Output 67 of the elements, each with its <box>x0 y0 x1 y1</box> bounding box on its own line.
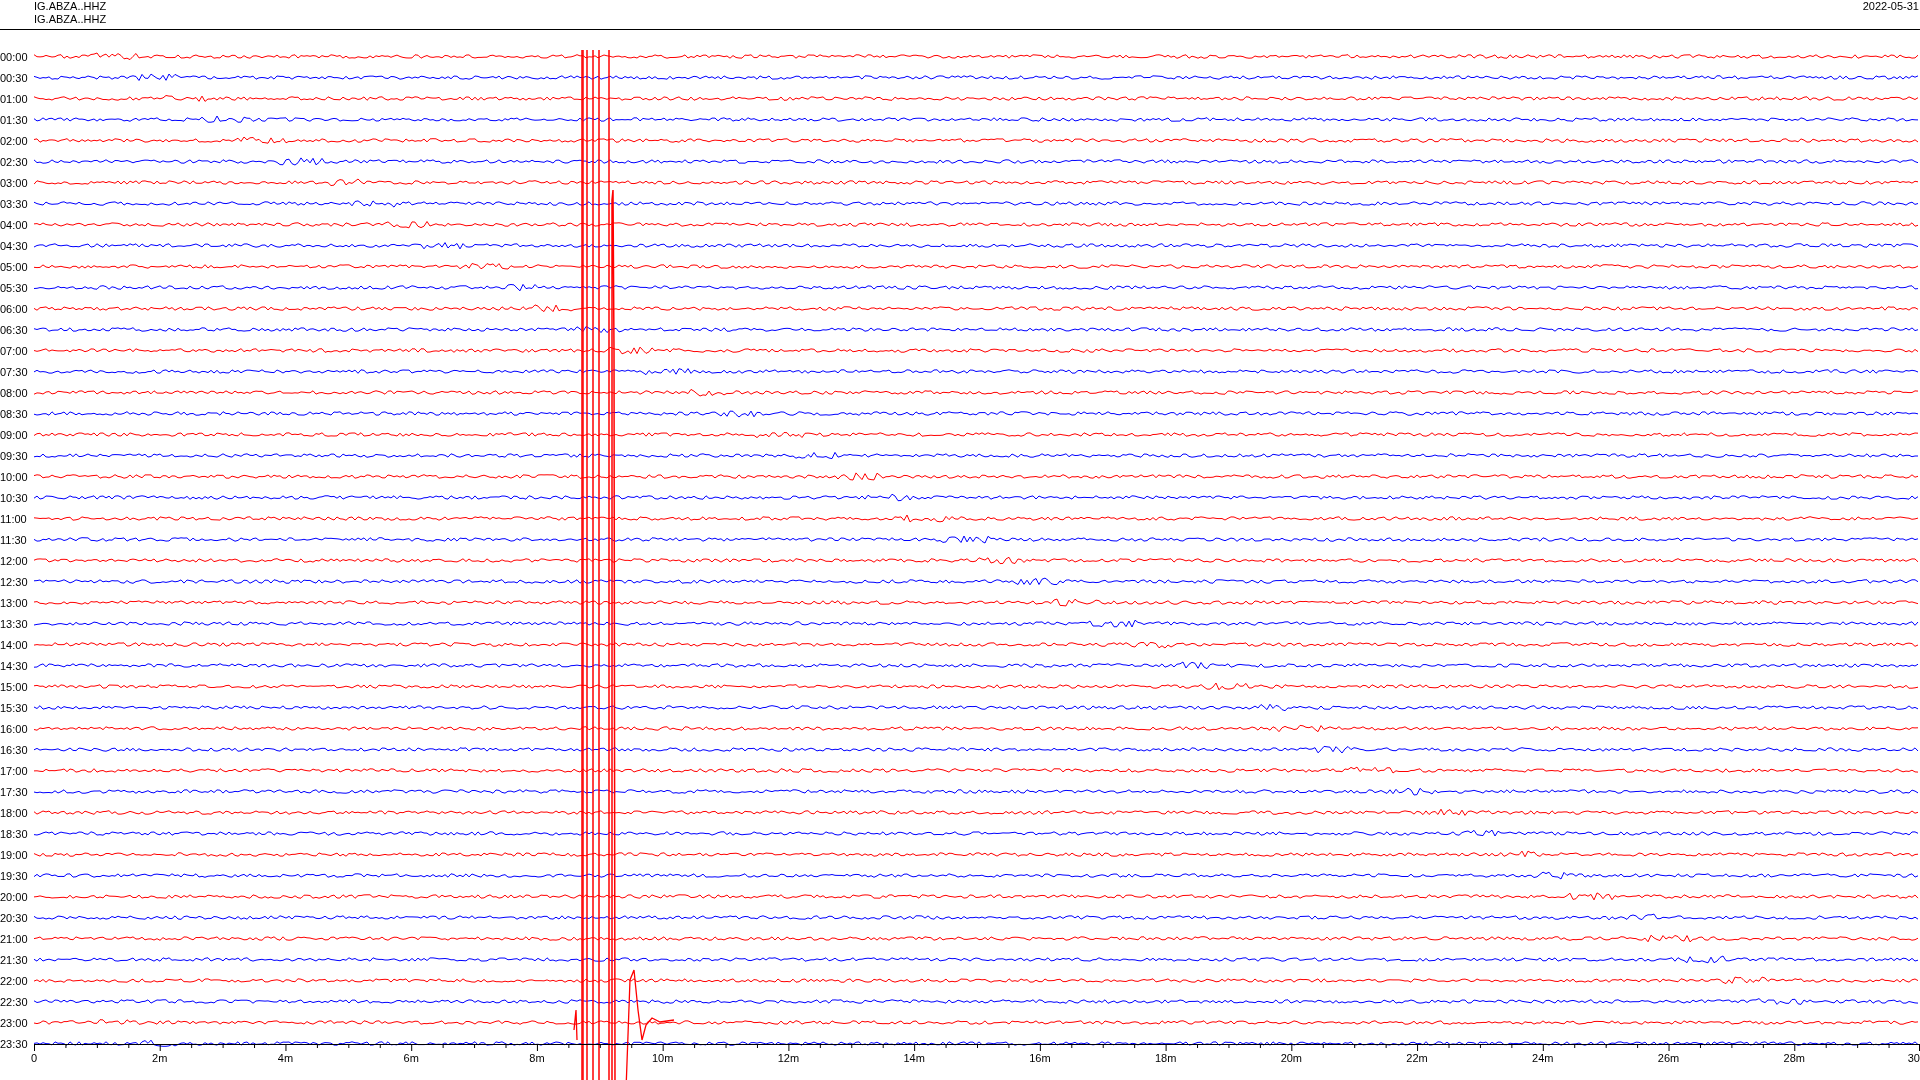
time-label: 20:00 <box>0 890 29 903</box>
time-label: 04:30 <box>0 239 29 252</box>
time-label: 20:30 <box>0 911 29 924</box>
time-label: 01:00 <box>0 92 29 105</box>
time-label: 21:30 <box>0 953 29 966</box>
time-label: 15:30 <box>0 701 29 714</box>
time-label: 06:30 <box>0 323 29 336</box>
time-label: 09:30 <box>0 449 29 462</box>
time-label: 11:30 <box>0 533 28 546</box>
time-label: 10:30 <box>0 491 29 504</box>
time-label: 22:00 <box>0 974 29 987</box>
tick-label: 10m <box>651 1052 674 1064</box>
time-label: 13:00 <box>0 596 29 609</box>
time-label: 23:00 <box>0 1016 29 1029</box>
time-label: 17:30 <box>0 785 29 798</box>
tick-label: 16m <box>1029 1052 1051 1064</box>
time-label: 16:30 <box>0 743 29 756</box>
time-label: 00:30 <box>0 71 29 84</box>
tick-label: 4m <box>277 1052 294 1064</box>
time-label: 21:00 <box>0 932 29 945</box>
tick-label: 12m <box>777 1052 800 1064</box>
tick-label: 6m <box>403 1052 419 1064</box>
time-label: 18:00 <box>0 806 29 819</box>
time-label: 22:30 <box>0 995 29 1008</box>
time-label: 07:30 <box>0 365 29 378</box>
time-label: 15:00 <box>0 680 29 693</box>
tick-label: 2m <box>152 1052 168 1064</box>
time-label: 23:30 <box>0 1037 29 1050</box>
date-label: 2022-05-31 <box>1862 0 1920 12</box>
tick-label: 20m <box>1280 1052 1303 1064</box>
time-label: 12:30 <box>0 575 29 588</box>
tick-label: 18m <box>1154 1052 1177 1064</box>
time-label: 01:30 <box>0 113 29 126</box>
time-label: 12:00 <box>0 554 29 567</box>
channel-label: IG.ABZA..HHZ <box>34 13 107 26</box>
time-label: 14:30 <box>0 659 29 672</box>
time-label: 08:00 <box>0 386 29 399</box>
tick-label: 24m <box>1532 1052 1554 1064</box>
time-label: 07:00 <box>0 344 29 357</box>
time-label: 14:00 <box>0 638 29 651</box>
channel-label: IG.ABZA..HHZ <box>34 0 107 13</box>
time-label: 16:00 <box>0 722 29 735</box>
time-label: 00:00 <box>0 50 29 63</box>
time-label: 18:30 <box>0 827 29 840</box>
tick-label: 26m <box>1657 1052 1680 1064</box>
time-label: 09:00 <box>0 428 29 441</box>
time-label: 03:00 <box>0 176 29 189</box>
time-label: 19:30 <box>0 869 29 882</box>
time-label: 17:00 <box>0 764 29 777</box>
time-label: 11:00 <box>0 512 28 525</box>
time-label: 19:00 <box>0 848 29 861</box>
time-label: 05:00 <box>0 260 29 273</box>
time-label: 08:30 <box>0 407 29 420</box>
time-label: 13:30 <box>0 617 29 630</box>
time-label: 03:30 <box>0 197 29 210</box>
time-label: 06:00 <box>0 302 29 315</box>
time-label: 05:30 <box>0 281 29 294</box>
tick-label: 8m <box>529 1052 545 1064</box>
time-label: 02:30 <box>0 155 29 168</box>
time-label: 04:00 <box>0 218 29 231</box>
tick-label: 14m <box>903 1052 925 1064</box>
time-label: 10:00 <box>0 470 29 483</box>
tick-label: 28m <box>1783 1052 1805 1064</box>
time-label: 02:00 <box>0 134 29 147</box>
tick-label: 30 <box>1907 1052 1920 1064</box>
tick-label: 22m <box>1406 1052 1428 1064</box>
tick-label: 0 <box>30 1052 38 1064</box>
